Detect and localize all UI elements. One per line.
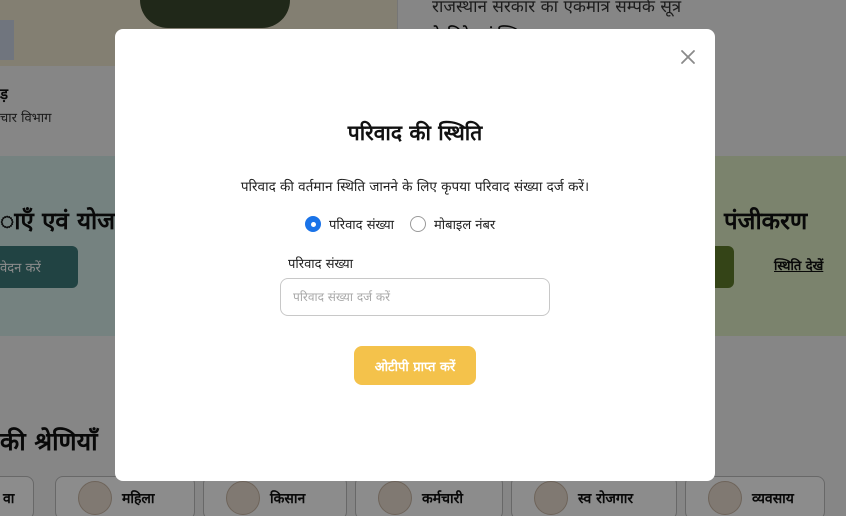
radio-button[interactable] [410,216,426,232]
complaint-number-input[interactable] [280,278,550,316]
get-otp-button[interactable]: ओटीपी प्राप्त करें [354,346,476,385]
radio-mobile-number[interactable]: मोबाइल नंबर [410,215,495,233]
radio-complaint-number[interactable]: परिवाद संख्या [305,215,394,233]
modal-description: परिवाद की वर्तमान स्थिति जानने के लिए कृ… [240,179,590,195]
search-type-radio-group: परिवाद संख्या मोबाइल नंबर [305,215,495,233]
radio-label: परिवाद संख्या [329,218,394,233]
complaint-number-label: परिवाद संख्या [288,257,353,272]
close-icon[interactable] [677,46,699,68]
complaint-status-modal: परिवाद की स्थिति परिवाद की वर्तमान स्थित… [115,29,715,481]
modal-title: परिवाद की स्थिति [347,121,483,145]
radio-label: मोबाइल नंबर [434,218,496,233]
radio-button-selected[interactable] [305,216,321,232]
